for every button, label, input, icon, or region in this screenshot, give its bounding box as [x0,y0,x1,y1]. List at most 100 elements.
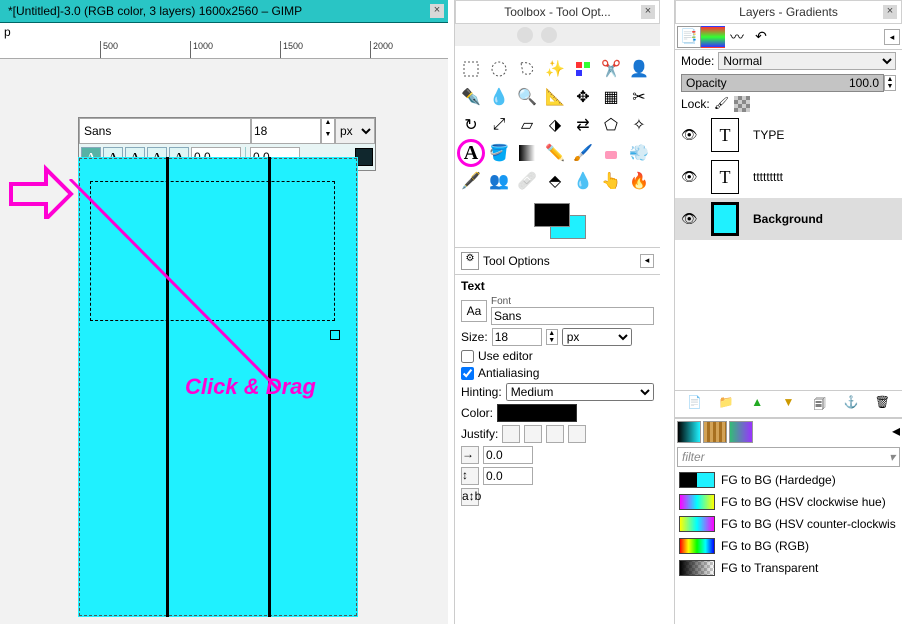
visibility-toggle-icon[interactable]: 👁 [681,169,697,185]
line-spacing-input[interactable] [483,467,533,485]
anchor-layer-icon[interactable]: ⚓ [842,395,860,413]
cage-tool-icon[interactable]: ⬠ [597,111,625,139]
gradient-tab-icon[interactable] [677,421,701,443]
scale-tool-icon[interactable]: ⤢ [485,111,513,139]
shear-tool-icon[interactable]: ▱ [513,111,541,139]
flip-tool-icon[interactable]: ⇄ [569,111,597,139]
justify-left-icon[interactable] [502,425,520,443]
perspective-clone-tool-icon[interactable]: ⬘ [541,167,569,195]
fuzzy-select-tool-icon[interactable]: ✨ [541,55,569,83]
text-tool-icon[interactable]: A [457,139,485,167]
gradients-tab-icon[interactable] [729,421,753,443]
channels-tab-icon[interactable] [701,26,725,48]
opacity-slider[interactable]: Opacity 100.0 [681,74,884,92]
measure-tool-icon[interactable]: 📐 [541,83,569,111]
color-picker-tool-icon[interactable]: 💧 [485,83,513,111]
patterns-tab-icon[interactable] [703,421,727,443]
panel-menu-icon[interactable]: ◂ [884,29,900,45]
lock-alpha-icon[interactable] [734,96,750,112]
free-select-tool-icon[interactable] [513,55,541,83]
eraser-tool-icon[interactable] [597,139,625,167]
ink-tool-icon[interactable]: 🖋️ [457,167,485,195]
filter-input[interactable]: filter [682,450,705,464]
foreground-select-tool-icon[interactable]: 👤 [625,55,653,83]
panel-menu-icon[interactable]: ◂ [892,421,900,443]
canvas-area[interactable]: ▲▼ px A A A A A [0,59,448,619]
ellipse-select-tool-icon[interactable] [485,55,513,83]
lower-layer-icon[interactable]: ▼ [779,395,797,413]
paths-tool-icon[interactable]: ✒️ [457,83,485,111]
fg-color[interactable] [534,203,570,227]
raise-layer-icon[interactable]: ▲ [748,395,766,413]
scissors-tool-icon[interactable]: ✂️ [597,55,625,83]
toolbox-title-bar[interactable]: Toolbox - Tool Opt... × [455,0,660,24]
justify-center-icon[interactable] [546,425,564,443]
rotate-tool-icon[interactable]: ↻ [457,111,485,139]
justify-fill-icon[interactable] [568,425,586,443]
font-input[interactable] [491,307,654,325]
gradient-item[interactable]: FG to BG (RGB) [675,535,902,557]
paths-tab-icon[interactable]: 〰 [725,26,749,48]
indent-input[interactable] [483,446,533,464]
layer-item[interactable]: 👁 T ttttttttt [675,156,902,198]
close-icon[interactable]: × [883,5,897,19]
move-tool-icon[interactable]: ✥ [569,83,597,111]
paintbrush-tool-icon[interactable]: 🖌️ [569,139,597,167]
color-select-tool-icon[interactable] [569,55,597,83]
layer-name[interactable]: ttttttttt [753,170,783,184]
zoom-tool-icon[interactable]: 🔍 [513,83,541,111]
layer-item[interactable]: 👁 Background [675,198,902,240]
clone-tool-icon[interactable]: 👥 [485,167,513,195]
layer-name[interactable]: TYPE [753,128,784,142]
font-family-input[interactable] [79,118,251,144]
new-layer-icon[interactable]: 📄 [686,395,704,413]
perspective-tool-icon[interactable]: ⬗ [541,111,569,139]
layer-item[interactable]: 👁 T TYPE [675,114,902,156]
crop-tool-icon[interactable]: ✂ [625,83,653,111]
gradient-tool-icon[interactable] [513,139,541,167]
bucket-fill-tool-icon[interactable]: 🪣 [485,139,513,167]
antialiasing-checkbox[interactable] [461,367,474,380]
font-browse-button[interactable]: Aa [461,300,487,322]
rect-select-tool-icon[interactable] [457,55,485,83]
gradient-item[interactable]: FG to Transparent [675,557,902,579]
delete-layer-icon[interactable]: 🗑 [873,395,891,413]
fg-bg-color-swatch[interactable] [528,203,588,243]
heal-tool-icon[interactable]: 🩹 [513,167,541,195]
hinting-select[interactable]: Medium [506,383,654,401]
undo-tab-icon[interactable]: ↶ [749,26,773,48]
mode-select[interactable]: Normal [718,52,896,70]
text-color-button[interactable] [497,404,577,422]
text-bounding-box[interactable] [90,181,335,321]
align-tool-icon[interactable]: ▦ [597,83,625,111]
duplicate-layer-icon[interactable]: 🗐 [811,395,829,413]
layer-name[interactable]: Background [753,212,823,226]
close-icon[interactable]: × [430,4,444,18]
smudge-tool-icon[interactable]: 👆 [597,167,625,195]
new-group-icon[interactable]: 📁 [717,395,735,413]
airbrush-tool-icon[interactable]: 💨 [625,139,653,167]
use-editor-checkbox[interactable] [461,350,474,363]
size-unit-select[interactable]: px [562,328,632,346]
unified-transform-tool-icon[interactable]: ✧ [625,111,653,139]
visibility-toggle-icon[interactable]: 👁 [681,211,697,227]
close-icon[interactable]: × [641,5,655,19]
size-input[interactable] [492,328,542,346]
layers-title-bar[interactable]: Layers - Gradients × [675,0,902,24]
pencil-tool-icon[interactable]: ✏️ [541,139,569,167]
gradient-item[interactable]: FG to BG (HSV clockwise hue) [675,491,902,513]
gradient-item[interactable]: FG to BG (Hardedge) [675,469,902,491]
font-unit-select[interactable]: px [335,118,375,144]
menu-item[interactable]: p [4,25,11,39]
font-size-input[interactable] [251,118,321,144]
lock-pixels-icon[interactable]: 🖌 [714,96,730,112]
justify-right-icon[interactable] [524,425,542,443]
dodge-burn-tool-icon[interactable]: 🔥 [625,167,653,195]
blur-tool-icon[interactable]: 💧 [569,167,597,195]
visibility-toggle-icon[interactable]: 👁 [681,127,697,143]
gradient-item[interactable]: FG to BG (HSV counter-clockwis [675,513,902,535]
menu-bar[interactable]: p [0,23,448,41]
resize-handle[interactable] [330,330,340,340]
image-title-bar[interactable]: *[Untitled]-3.0 (RGB color, 3 layers) 16… [0,0,448,23]
layers-tab-icon[interactable]: 📑 [677,26,701,48]
